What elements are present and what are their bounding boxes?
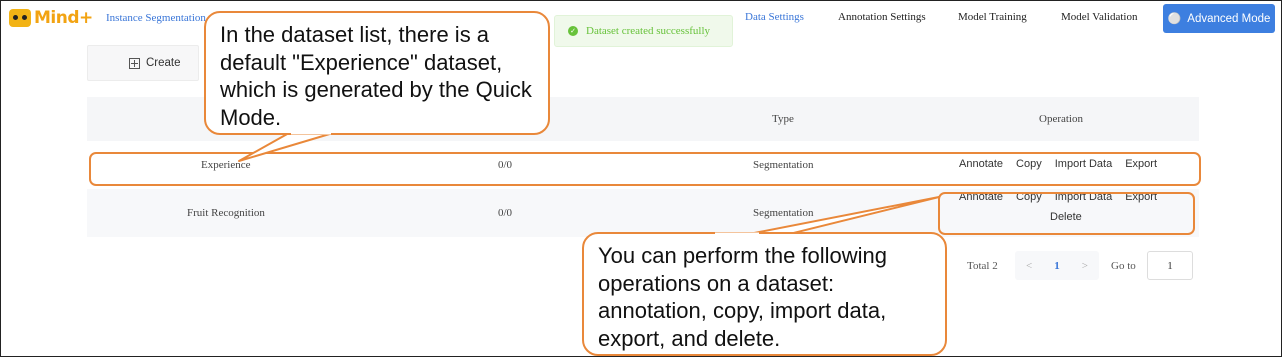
callout-tail-joints [291, 131, 759, 236]
screenshot-frame: Mind+ Instance Segmentation Data Setting… [0, 0, 1282, 357]
